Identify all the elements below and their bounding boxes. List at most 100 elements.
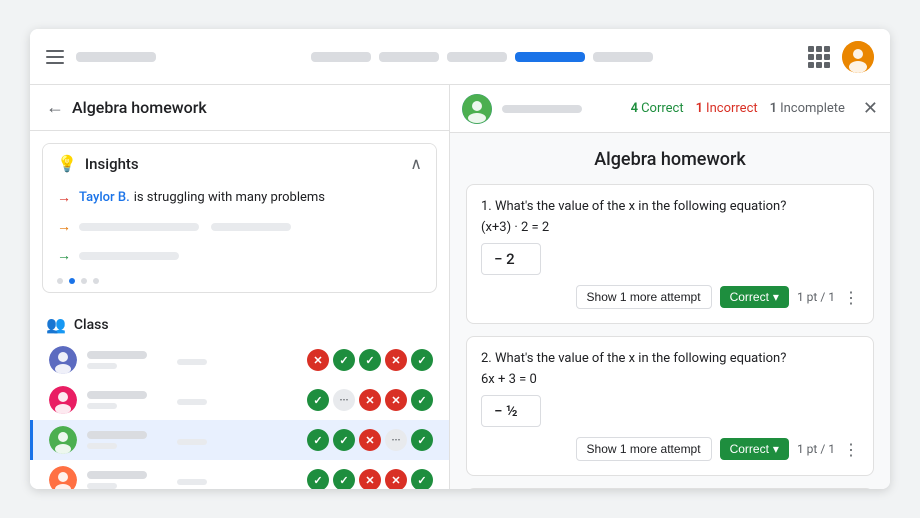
apps-icon[interactable] <box>808 46 830 68</box>
question-footer-0: Show 1 more attempt Correct ▾ 1 pt / 1 ⋮ <box>481 285 859 309</box>
user-avatar[interactable] <box>842 41 874 73</box>
score-incorrect-badge: 1 Incorrect <box>696 101 758 116</box>
status-3-2 <box>359 469 381 489</box>
assignment-content-title: Algebra homework <box>466 149 874 170</box>
student-detail-header: 4 Correct 1 Incorrect 1 Incomplete ✕ <box>450 85 890 133</box>
more-options-button-1[interactable]: ⋮ <box>843 440 859 459</box>
footer-dot-3[interactable] <box>81 278 87 284</box>
status-icons-2 <box>217 429 433 451</box>
status-1-2 <box>359 389 381 411</box>
score-badges: 4 Correct 1 Incorrect 1 Incomplete <box>631 101 845 116</box>
student-name-bar-0 <box>87 351 147 359</box>
insight-description-0: is struggling with many problems <box>134 190 325 205</box>
footer-dot-4[interactable] <box>93 278 99 284</box>
student-avatar-3 <box>49 466 77 489</box>
status-icons-3 <box>217 469 433 489</box>
score-incomplete-badge: 1 Incomplete <box>770 101 845 116</box>
app-window: ← Algebra homework 💡 Insights ∧ → Taylor… <box>30 29 890 489</box>
nav-tab-4[interactable] <box>515 52 585 62</box>
correct-label: Correct <box>641 101 684 116</box>
incomplete-label: Incomplete <box>780 101 845 116</box>
insights-footer <box>43 270 436 292</box>
insight-row-0: → Taylor B. is struggling with many prob… <box>43 183 436 212</box>
nav-tabs <box>168 52 796 62</box>
insight-placeholder-1b <box>211 223 291 231</box>
student-row-3[interactable] <box>30 460 449 489</box>
question-text-1: 2. What's the value of the x in the foll… <box>481 351 859 366</box>
student-name-bar-3 <box>87 471 147 479</box>
status-2-2 <box>359 429 381 451</box>
student-info-2 <box>87 431 167 449</box>
correct-label-1: Correct <box>730 442 769 456</box>
student-row-1[interactable] <box>30 380 449 420</box>
incorrect-label: Incorrect <box>706 101 758 116</box>
close-button[interactable]: ✕ <box>863 98 878 119</box>
nav-tab-2[interactable] <box>379 52 439 62</box>
status-1-4 <box>411 389 433 411</box>
status-0-3 <box>385 349 407 371</box>
student-row-0[interactable] <box>30 340 449 380</box>
back-button[interactable]: ← <box>46 97 64 118</box>
assignment-header: ← Algebra homework <box>30 85 449 131</box>
status-0-0 <box>307 349 329 371</box>
student-detail-name <box>502 105 582 113</box>
nav-tab-3[interactable] <box>447 52 507 62</box>
correct-chevron-1: ▾ <box>773 442 779 456</box>
question-card-1: 2. What's the value of the x in the foll… <box>466 336 874 476</box>
right-panel: 4 Correct 1 Incorrect 1 Incomplete ✕ A <box>450 85 890 489</box>
correct-chevron-0: ▾ <box>773 290 779 304</box>
top-nav <box>30 29 890 85</box>
equation-0: (x+3) · 2 = 2 <box>481 220 859 235</box>
insight-row-2: → <box>43 241 436 270</box>
show-attempt-button-0[interactable]: Show 1 more attempt <box>576 285 712 309</box>
correct-label-0: Correct <box>730 290 769 304</box>
class-icon: 👥 <box>46 315 66 334</box>
question-text-0: 1. What's the value of the x in the foll… <box>481 199 859 214</box>
student-score-bar-3 <box>87 483 117 489</box>
student-score-bar-2 <box>87 443 117 449</box>
status-0-1 <box>333 349 355 371</box>
footer-dot-2[interactable] <box>69 278 75 284</box>
points-1: 1 pt / 1 <box>797 442 835 456</box>
more-options-button-0[interactable]: ⋮ <box>843 288 859 307</box>
points-0: 1 pt / 1 <box>797 290 835 304</box>
status-3-4 <box>411 469 433 489</box>
student-grade-2 <box>177 439 207 445</box>
insight-arrow-orange: → <box>57 218 71 235</box>
status-3-1 <box>333 469 355 489</box>
student-detail-avatar <box>462 94 492 124</box>
insights-title: Insights <box>85 155 139 173</box>
student-avatar-0 <box>49 346 77 374</box>
student-avatar-2 <box>49 426 77 454</box>
insights-collapse-button[interactable]: ∧ <box>410 154 422 173</box>
student-row-2[interactable] <box>30 420 449 460</box>
nav-tab-5[interactable] <box>593 52 653 62</box>
question-card-0: 1. What's the value of the x in the foll… <box>466 184 874 324</box>
status-2-1 <box>333 429 355 451</box>
answer-box-0: − 2 <box>481 243 541 275</box>
student-grade-3 <box>177 479 207 485</box>
student-score-bar-0 <box>87 363 117 369</box>
status-2-3 <box>385 429 407 451</box>
insight-arrow-red: → <box>57 189 71 206</box>
nav-tab-1[interactable] <box>311 52 371 62</box>
score-correct-badge: 4 Correct <box>631 101 684 116</box>
assignment-title: Algebra homework <box>72 98 207 117</box>
status-1-3 <box>385 389 407 411</box>
student-grade-0 <box>177 359 207 365</box>
footer-dot-1[interactable] <box>57 278 63 284</box>
status-3-0 <box>307 469 329 489</box>
correct-button-0[interactable]: Correct ▾ <box>720 286 789 308</box>
student-name-bar-1 <box>87 391 147 399</box>
correct-button-1[interactable]: Correct ▾ <box>720 438 789 460</box>
assignment-content: Algebra homework 1. What's the value of … <box>450 133 890 489</box>
student-info-3 <box>87 471 167 489</box>
status-0-4 <box>411 349 433 371</box>
show-attempt-button-1[interactable]: Show 1 more attempt <box>576 437 712 461</box>
status-2-0 <box>307 429 329 451</box>
class-title: Class <box>74 317 109 333</box>
insight-student-name[interactable]: Taylor B. <box>79 190 130 205</box>
hamburger-icon[interactable] <box>46 50 64 64</box>
incorrect-count: 1 <box>696 101 703 116</box>
status-1-0 <box>307 389 329 411</box>
